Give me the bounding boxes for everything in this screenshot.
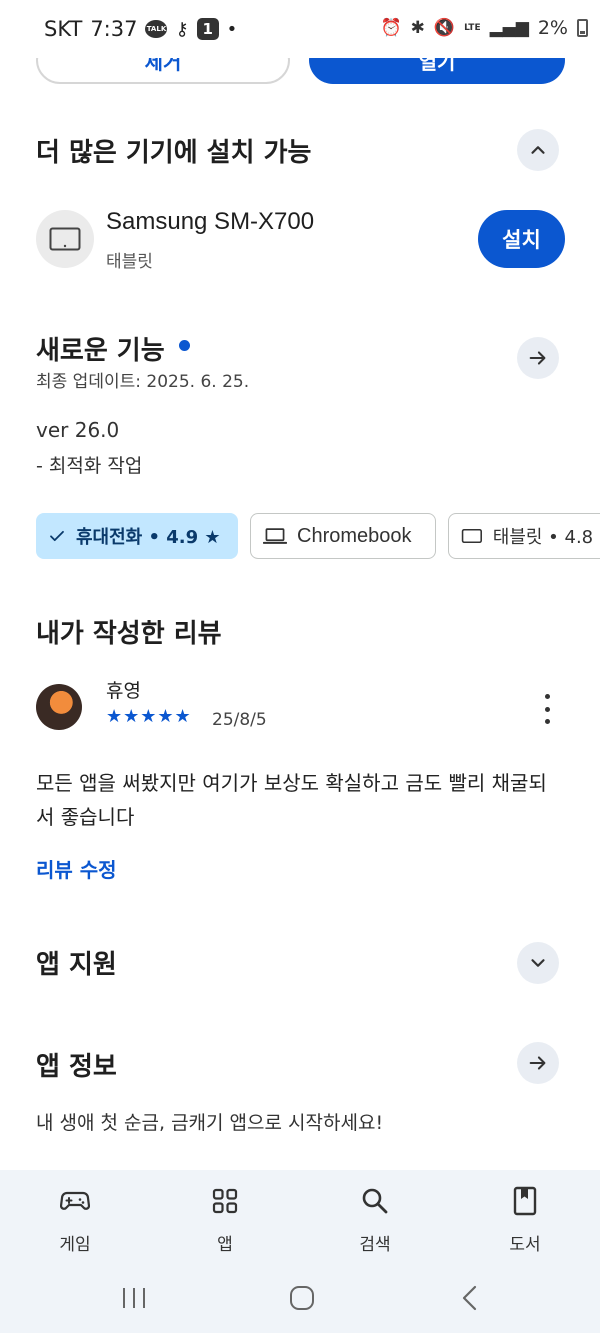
bluetooth-icon: ✱ bbox=[410, 18, 425, 38]
nav-games[interactable]: 게임 bbox=[25, 1184, 125, 1255]
back-icon[interactable] bbox=[460, 1285, 480, 1311]
edit-review-link[interactable]: 리뷰 수정 bbox=[36, 854, 117, 883]
app-info-arrow-button[interactable] bbox=[517, 1042, 559, 1084]
more-devices-title: 더 많은 기기에 설치 가능 bbox=[36, 138, 312, 168]
star-rating: ★★★★★ bbox=[106, 706, 192, 727]
avatar bbox=[36, 684, 82, 730]
lte-icon: LTE bbox=[464, 22, 481, 33]
nav-apps-label: 앱 bbox=[217, 1235, 233, 1255]
home-icon[interactable] bbox=[289, 1285, 315, 1311]
more-notifications-dot: • bbox=[226, 18, 238, 40]
nav-search[interactable]: 검색 bbox=[325, 1184, 425, 1255]
chevron-up-icon bbox=[531, 146, 545, 154]
chevron-down-icon bbox=[531, 959, 545, 967]
app-info-description: 내 생애 첫 순금, 금캐기 앱으로 시작하세요! bbox=[36, 1112, 384, 1134]
kakaotalk-icon: TALK bbox=[145, 20, 168, 38]
battery-icon bbox=[577, 19, 588, 37]
nav-apps[interactable]: 앱 bbox=[175, 1184, 275, 1255]
tablet-icon bbox=[461, 529, 482, 543]
chip-phone-label: 휴대전화 • 4.9 ★ bbox=[76, 527, 221, 548]
my-review-title: 내가 작성한 리뷰 bbox=[36, 619, 222, 649]
tablet-icon bbox=[49, 227, 81, 251]
last-updated: 최종 업데이트: 2025. 6. 25. bbox=[36, 372, 250, 392]
mute-icon: 🔇 bbox=[433, 18, 456, 38]
check-icon bbox=[50, 530, 64, 542]
app-info-title[interactable]: 앱 정보 bbox=[36, 1046, 117, 1083]
chip-phone[interactable]: 휴대전화 • 4.9 ★ bbox=[36, 513, 238, 559]
device-type: 태블릿 bbox=[106, 252, 153, 272]
nav-books-label: 도서 bbox=[509, 1235, 541, 1255]
battery-percent: 2% bbox=[537, 17, 568, 39]
nav-search-label: 검색 bbox=[359, 1235, 391, 1255]
status-right: ⏰ ✱ 🔇 LTE ▂▄▆ 2% bbox=[380, 17, 588, 39]
book-icon bbox=[513, 1186, 537, 1216]
carrier-label: SKT bbox=[44, 17, 83, 41]
notification-badge: 1 bbox=[196, 18, 219, 40]
nav-games-label: 게임 bbox=[59, 1235, 91, 1255]
nav-books[interactable]: 도서 bbox=[475, 1184, 575, 1255]
laptop-icon bbox=[263, 528, 287, 544]
install-button[interactable]: 설치 bbox=[478, 210, 565, 268]
status-bar: SKT 7:37 TALK ⚷ 1 • ⏰ ✱ 🔇 LTE ▂▄▆ 2% bbox=[0, 0, 600, 58]
alarm-icon: ⏰ bbox=[380, 18, 402, 38]
search-icon bbox=[362, 1188, 388, 1214]
app-support-title[interactable]: 앱 지원 bbox=[36, 944, 117, 981]
whats-new-arrow-button[interactable] bbox=[517, 337, 559, 379]
chip-tablet[interactable]: 태블릿 • 4.8 ★ bbox=[448, 513, 600, 559]
review-text: 모든 앱을 써봤지만 여기가 보상도 확실하고 금도 빨리 채굴되서 좋습니다 bbox=[36, 771, 547, 829]
reviewer-name: 휴영 bbox=[106, 680, 141, 702]
chip-tablet-label: 태블릿 • 4.8 ★ bbox=[492, 527, 600, 548]
recent-apps-icon[interactable] bbox=[121, 1286, 147, 1310]
system-navigation-bar bbox=[0, 1266, 600, 1333]
version-note: - 최적화 작업 bbox=[36, 455, 143, 477]
signal-icon: ▂▄▆ bbox=[489, 18, 529, 38]
collapse-devices-button[interactable] bbox=[517, 129, 559, 171]
new-indicator-dot bbox=[179, 340, 190, 351]
key-icon: ⚷ bbox=[175, 18, 189, 40]
version-label: ver 26.0 bbox=[36, 418, 120, 442]
more-options-icon[interactable] bbox=[537, 694, 557, 724]
gamepad-icon bbox=[60, 1191, 90, 1210]
status-left: SKT 7:37 TALK ⚷ 1 • bbox=[44, 17, 237, 41]
chip-chromebook-label: Chromebook bbox=[297, 524, 412, 547]
clock: 7:37 bbox=[90, 17, 138, 41]
apps-grid-icon bbox=[212, 1188, 238, 1214]
bottom-navigation: 게임 앱 검색 도서 bbox=[0, 1170, 600, 1266]
arrow-right-icon bbox=[529, 351, 546, 365]
tablet-device-avatar bbox=[36, 210, 94, 268]
arrow-right-icon bbox=[529, 1056, 546, 1070]
device-name: Samsung SM-X700 bbox=[106, 208, 315, 235]
whats-new-title[interactable]: 새로운 기능 bbox=[36, 330, 165, 367]
expand-support-button[interactable] bbox=[517, 942, 559, 984]
chip-chromebook[interactable]: Chromebook bbox=[250, 513, 436, 559]
review-date: 25/8/5 bbox=[212, 710, 267, 730]
